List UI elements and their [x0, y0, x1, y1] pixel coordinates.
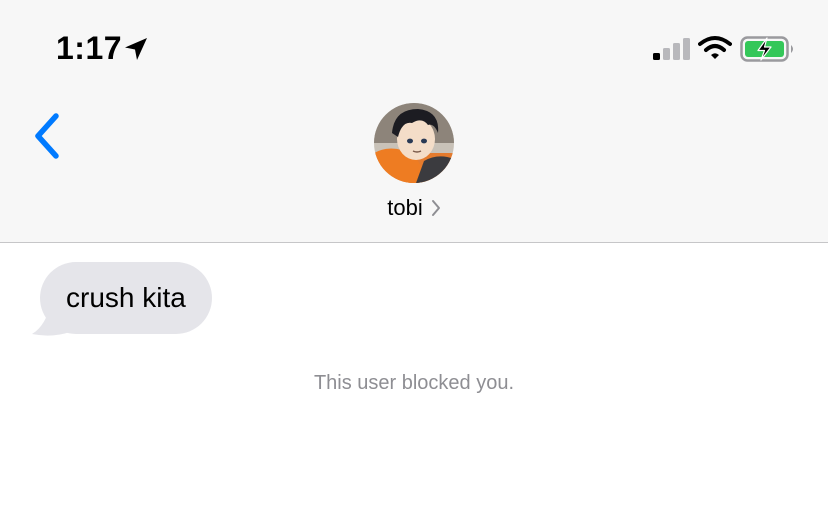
back-button[interactable]: [28, 108, 68, 164]
contact-name: tobi: [387, 195, 423, 220]
status-time: 1:17: [56, 30, 123, 66]
message-text: crush kita: [66, 282, 186, 313]
contact-name-button[interactable]: tobi: [324, 190, 504, 226]
chevron-right-icon: [431, 200, 440, 216]
chevron-left-icon: [35, 113, 59, 159]
location-arrow-icon: [125, 38, 147, 60]
contact-avatar[interactable]: [374, 103, 454, 183]
navigation-header: 1:17 tobi: [0, 0, 828, 243]
blocked-notice: This user blocked you.: [313, 372, 515, 394]
message-row: crush kita: [30, 262, 250, 338]
cellular-signal-icon: [653, 38, 690, 60]
battery-charging-icon: [740, 36, 793, 62]
message-bubble-received[interactable]: crush kita: [40, 262, 212, 334]
wifi-icon: [698, 36, 732, 59]
